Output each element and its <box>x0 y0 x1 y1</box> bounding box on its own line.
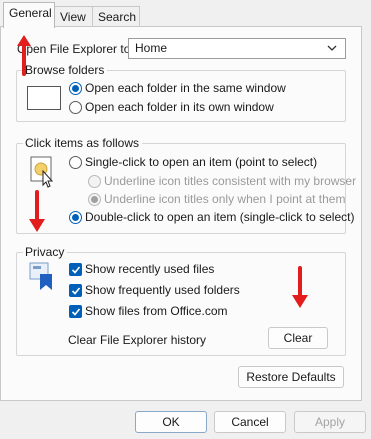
privacy-shield-icon <box>29 262 52 290</box>
apply-button: Apply <box>294 411 366 433</box>
checkbox-office-files[interactable] <box>69 305 82 318</box>
chevron-down-icon <box>327 45 337 51</box>
click-items-title: Click items as follows <box>23 136 143 150</box>
ok-button[interactable]: OK <box>135 411 207 433</box>
open-explorer-label: Open File Explorer to: <box>17 42 134 56</box>
radio-underline-browser <box>88 175 101 188</box>
same-window-label[interactable]: Open each folder in the same window <box>85 81 286 95</box>
double-click-label[interactable]: Double-click to open an item (single-cli… <box>85 210 354 224</box>
checkbox-recent-files[interactable] <box>69 263 82 276</box>
recent-files-label[interactable]: Show recently used files <box>85 262 214 276</box>
browse-folders-group <box>16 70 346 122</box>
folder-window-icon <box>27 86 61 110</box>
clear-history-label: Clear File Explorer history <box>68 333 207 347</box>
open-explorer-value: Home <box>135 41 168 55</box>
tab-search[interactable]: Search <box>92 6 140 26</box>
annotation-arrow-down-icon <box>29 190 45 232</box>
cancel-button[interactable]: Cancel <box>214 411 286 433</box>
office-files-label[interactable]: Show files from Office.com <box>85 304 228 318</box>
clear-button[interactable]: Clear <box>268 327 328 349</box>
tab-general[interactable]: General <box>3 2 55 28</box>
tab-view[interactable]: View <box>54 6 93 26</box>
underline-browser-label: Underline icon titles consistent with my… <box>104 174 357 188</box>
radio-same-window[interactable] <box>69 82 82 95</box>
privacy-title: Privacy <box>23 245 68 259</box>
pointer-icon <box>30 156 54 188</box>
radio-own-window[interactable] <box>69 101 82 114</box>
radio-underline-point <box>88 193 101 206</box>
annotation-arrow-down-icon <box>292 266 308 308</box>
underline-point-label: Underline icon titles only when I point … <box>104 192 346 206</box>
browse-folders-title: Browse folders <box>23 63 108 77</box>
annotation-arrow-up-icon <box>17 35 31 76</box>
own-window-label[interactable]: Open each folder in its own window <box>85 100 274 114</box>
checkbox-frequent-folders[interactable] <box>69 284 82 297</box>
frequent-folders-label[interactable]: Show frequently used folders <box>85 283 240 297</box>
single-click-label[interactable]: Single-click to open an item (point to s… <box>85 155 317 169</box>
radio-single-click[interactable] <box>69 156 82 169</box>
restore-defaults-button[interactable]: Restore Defaults <box>238 366 344 388</box>
open-explorer-select[interactable]: Home <box>128 38 346 59</box>
radio-double-click[interactable] <box>69 211 82 224</box>
tab-strip: General View Search <box>0 0 371 28</box>
